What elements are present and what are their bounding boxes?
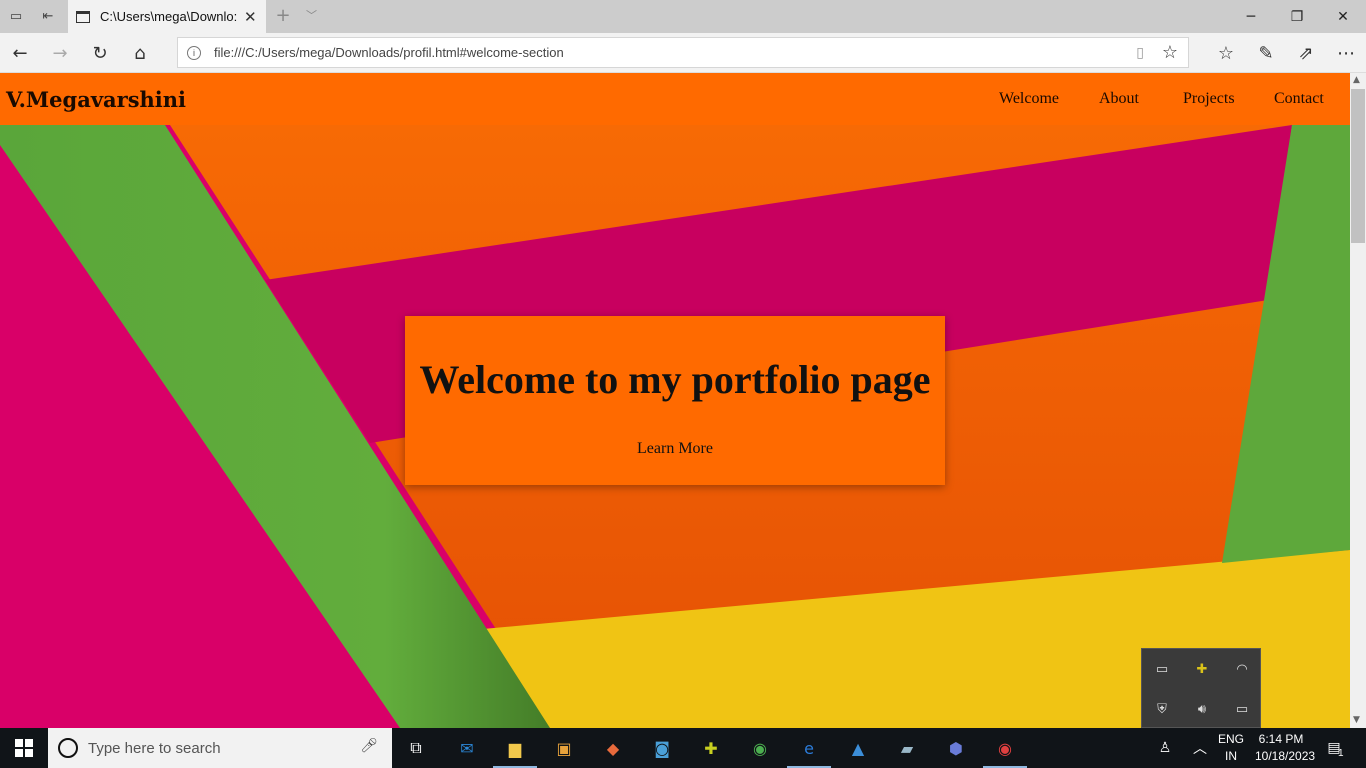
cortana-icon [58, 738, 78, 758]
close-tab-icon[interactable]: ✕ [244, 8, 257, 26]
language-indicator[interactable]: ENG IN [1218, 731, 1244, 765]
notes-app-icon[interactable]: ▰ [895, 736, 919, 760]
more-menu-icon[interactable]: ⋯ [1334, 41, 1358, 65]
search-placeholder: Type here to search [88, 739, 221, 757]
browser-toolbar: ← → ↻ ⌂ i file:///C:/Users/mega/Download… [0, 33, 1366, 73]
chrome-icon[interactable]: ◉ [748, 736, 772, 760]
windows-logo-icon [15, 739, 33, 757]
tab-preview-chevron-icon[interactable]: ﹀ [306, 7, 317, 23]
pen-notes-icon[interactable]: ✎ [1254, 41, 1278, 65]
browser-tab[interactable]: C:\Users\mega\Downlo: ✕ [68, 0, 266, 33]
reading-view-icon[interactable]: ▯ [1136, 45, 1144, 61]
nav-link-projects[interactable]: Projects [1183, 90, 1235, 108]
scroll-up-icon[interactable]: ▲ [1353, 75, 1360, 85]
lang-code: ENG [1218, 732, 1245, 746]
show-hidden-icons-chevron[interactable]: ︿ [1190, 738, 1210, 758]
scroll-thumb[interactable] [1351, 89, 1365, 243]
page-icon [76, 10, 90, 23]
restore-icon[interactable]: ❐ [1274, 0, 1320, 33]
speaker-icon[interactable]: 🔊︎ [1191, 698, 1213, 720]
paint-drop-icon[interactable]: ◆ [601, 736, 625, 760]
taskbar-search-box[interactable]: Type here to search 🎤︎ [48, 728, 392, 768]
new-tab-icon[interactable]: + [274, 6, 292, 26]
plus-app-icon[interactable]: ✚ [1191, 658, 1213, 680]
microphone-icon[interactable]: 🎤︎ [360, 738, 378, 754]
file-explorer-icon[interactable]: ▆ [493, 736, 537, 768]
cube-app-icon[interactable]: ⬢ [944, 736, 968, 760]
tray-overflow-popup: ▭ ✚ ◠ ⛨ 🔊︎ ▭ [1141, 648, 1261, 728]
scroll-down-icon[interactable]: ▼ [1353, 715, 1360, 725]
start-button[interactable] [0, 728, 48, 768]
address-url[interactable]: file:///C:/Users/mega/Downloads/profil.h… [214, 45, 564, 60]
system-clock[interactable]: 6:14 PM 10/18/2023 [1255, 731, 1316, 765]
clock-time: 6:14 PM [1258, 732, 1304, 746]
task-view-icon[interactable]: ⧉ [404, 736, 428, 760]
media-app-icon[interactable]: ◙ [650, 736, 674, 760]
favorite-star-icon[interactable]: ☆ [1162, 42, 1178, 63]
nav-link-about[interactable]: About [1099, 90, 1139, 108]
address-bar[interactable]: i file:///C:/Users/mega/Downloads/profil… [177, 37, 1189, 68]
home-icon[interactable]: ⌂ [128, 41, 152, 65]
site-header: V.Megavarshini Welcome About Projects Co… [0, 73, 1350, 125]
wireless-icon[interactable]: ◠ [1231, 658, 1253, 680]
store-icon[interactable]: ▣ [552, 736, 576, 760]
learn-more-button[interactable]: Learn More [405, 440, 945, 458]
tab-title: C:\Users\mega\Downlo: [100, 9, 238, 24]
page-scrollbar[interactable]: ▲ ▼ [1350, 73, 1366, 728]
edge-icon[interactable]: e [787, 736, 831, 768]
clock-date: 10/18/2023 [1255, 749, 1316, 763]
monitor-icon[interactable]: ▭ [1151, 658, 1173, 680]
forward-icon[interactable]: → [48, 41, 72, 65]
share-icon[interactable]: ⇗ [1294, 41, 1318, 65]
people-icon[interactable]: ♙ [1155, 738, 1175, 758]
security-shield-icon[interactable]: ⛨ [1151, 698, 1173, 720]
photos-icon[interactable]: ▲ [846, 736, 870, 760]
plus-app-taskbar-icon[interactable]: ✚ [699, 736, 723, 760]
welcome-card: Welcome to my portfolio page Learn More [405, 316, 945, 485]
tab-actions-icon[interactable]: ▭ [8, 8, 24, 24]
site-info-icon[interactable]: i [187, 45, 201, 60]
notification-count: 1 [1338, 748, 1344, 759]
back-icon[interactable]: ← [8, 41, 32, 65]
chrome-profile-icon[interactable]: ◉ [983, 736, 1027, 768]
close-window-icon[interactable]: ✕ [1320, 0, 1366, 33]
browser-tab-bar: ▭ ⇤ C:\Users\mega\Downlo: ✕ + ﹀ ─ ❐ ✕ [0, 0, 1366, 33]
battery-icon[interactable]: ▭ [1231, 698, 1253, 720]
favorites-icon[interactable]: ☆ [1214, 41, 1238, 65]
minimize-icon[interactable]: ─ [1228, 0, 1274, 33]
hero-title: Welcome to my portfolio page [419, 357, 931, 402]
taskbar: Type here to search 🎤︎ ⧉ ✉ ▆ ▣ ◆ ◙ ✚ ◉ e… [0, 728, 1366, 768]
lang-region: IN [1225, 749, 1237, 763]
site-brand[interactable]: V.Megavarshini [6, 87, 186, 112]
page-viewport: V.Megavarshini Welcome About Projects Co… [0, 73, 1350, 728]
mail-icon[interactable]: ✉ [455, 736, 479, 760]
nav-link-contact[interactable]: Contact [1274, 90, 1324, 108]
nav-link-welcome[interactable]: Welcome [999, 90, 1059, 108]
refresh-icon[interactable]: ↻ [88, 41, 112, 65]
set-aside-tabs-icon[interactable]: ⇤ [40, 8, 56, 24]
